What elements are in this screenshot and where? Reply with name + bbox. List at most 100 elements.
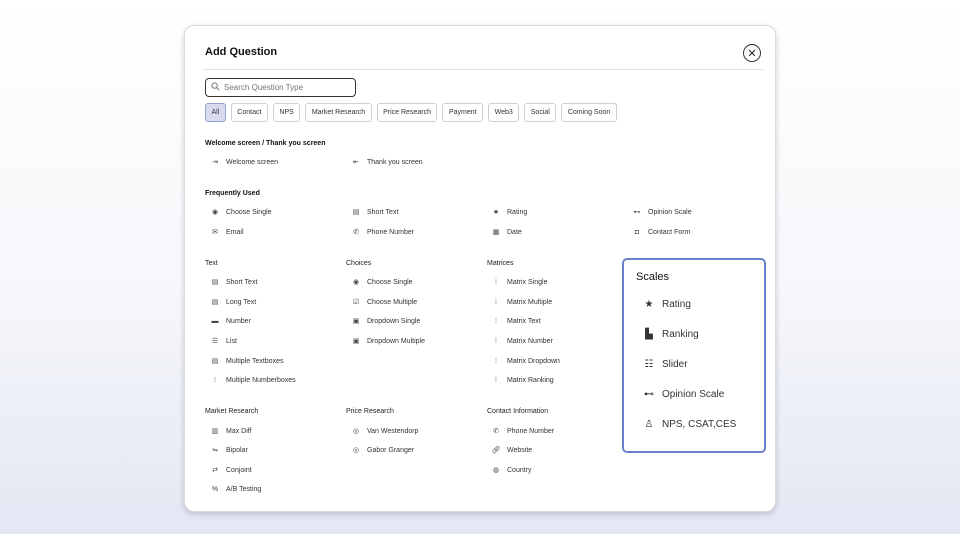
item-ab-testing[interactable]: % A/B Testing [209,484,261,494]
item-label: Rating [662,299,691,310]
item-long-text[interactable]: ▤ Long Text [209,297,257,307]
item-phone-number[interactable]: ✆ Phone Number [350,227,414,237]
item-choose-multiple[interactable]: ☑ Choose Multiple [350,297,417,307]
item-label: Max Diff [226,427,252,435]
list-icon: ☰ [211,338,219,345]
section-title-contact-information: Contact Information [487,408,549,415]
tab-social[interactable]: Social [524,103,557,122]
item-gabor-granger[interactable]: ◎ Gabor Granger [350,445,414,455]
item-matrix-ranking[interactable]: ⁞ Matrix Ranking [490,375,554,385]
item-list[interactable]: ☰ List [209,336,237,346]
item-max-diff[interactable]: ▥ Max Diff [209,426,252,436]
item-label: Ranking [662,329,699,340]
tab-payment[interactable]: Payment [442,103,484,122]
radio-icon: ◉ [211,209,219,216]
item-scale-opinion-scale[interactable]: ⊷ Opinion Scale [642,389,724,400]
item-label: Date [507,228,522,236]
item-van-westendorp[interactable]: ◎ Van Westendorp [350,426,419,436]
item-matrix-text[interactable]: ⁞ Matrix Text [490,316,541,326]
item-label: Phone Number [507,427,555,435]
item-choose-single-2[interactable]: ◉ Choose Single [350,277,413,287]
item-choose-single[interactable]: ◉ Choose Single [209,207,272,217]
price-icon: ◎ [352,428,360,435]
item-label: Short Text [367,208,399,216]
item-matrix-multiple[interactable]: ⁞ Matrix Multiple [490,297,552,307]
item-label: Matrix Text [507,317,541,325]
grid-icon: ⁞ [495,298,497,306]
envelope-icon: ✉ [212,229,218,236]
number-icon: ▬ [211,317,219,325]
item-date[interactable]: ▦ Date [490,227,522,237]
item-label: Country [507,466,532,474]
item-bipolar[interactable]: ⇋ Bipolar [209,445,248,455]
item-welcome-screen[interactable]: ⇥ Welcome screen [209,157,278,167]
star-icon: ★ [492,209,500,216]
item-phone-number-2[interactable]: ✆ Phone Number [490,426,554,436]
tab-nps[interactable]: NPS [272,103,301,122]
globe-icon: ◍ [492,467,500,474]
item-label: Conjoint [226,466,252,474]
item-label: Rating [507,208,528,216]
item-rating[interactable]: ★ Rating [490,207,527,217]
tab-price-research[interactable]: Price Research [376,103,438,122]
item-scale-rating[interactable]: ★ Rating [642,299,691,310]
link-icon: 🔗︎ [491,447,501,454]
item-website[interactable]: 🔗︎ Website [490,445,533,455]
item-label: Thank you screen [367,158,423,166]
item-conjoint[interactable]: ⇄ Conjoint [209,465,252,475]
close-button[interactable]: ✕ [743,44,761,62]
add-question-dialog: Add Question ✕ All Contact NPS Market Re… [184,25,776,512]
item-dropdown-multiple[interactable]: ▣ Dropdown Multiple [350,336,425,346]
tab-contact[interactable]: Contact [230,103,268,122]
item-label: Matrix Multiple [507,298,553,306]
bar-chart-icon: ▥ [211,428,219,435]
section-title-scales: Scales [636,271,670,283]
item-label: Bipolar [226,446,248,454]
category-filter-tabs: All Contact NPS Market Research Price Re… [205,103,617,122]
phone-icon: ✆ [353,229,359,236]
tab-coming-soon[interactable]: Coming Soon [561,103,617,122]
item-opinion-scale[interactable]: ⊷ Opinion Scale [631,207,692,217]
item-scale-slider[interactable]: ☷ Slider [642,359,688,370]
item-scale-nps[interactable]: ♙ NPS, CSAT,CES [642,419,737,430]
grid-icon: ⁞ [495,278,497,286]
item-thank-you-screen[interactable]: ⇤ Thank you screen [350,157,423,167]
item-multiple-textboxes[interactable]: ▤ Multiple Textboxes [209,356,284,366]
item-multiple-numberboxes[interactable]: ⁝ Multiple Numberboxes [209,375,296,385]
item-number[interactable]: ▬ Number [209,316,251,326]
ranking-icon: ▙ [645,329,653,340]
item-label: Slider [662,359,688,370]
item-label: Opinion Scale [662,389,725,400]
matrix-dropdown-icon: ⁞ [495,357,497,365]
bipolar-icon: ⇋ [212,447,218,454]
item-label: Opinion Scale [648,208,692,216]
item-label: Multiple Numberboxes [226,376,296,384]
item-matrix-single[interactable]: ⁞ Matrix Single [490,277,547,287]
item-country[interactable]: ◍ Country [490,465,532,475]
exit-icon: ⇤ [353,159,359,166]
phone-icon: ✆ [493,428,499,435]
item-short-text-2[interactable]: ▤ Short Text [209,277,258,287]
tab-market-research[interactable]: Market Research [305,103,372,122]
section-title-welcome: Welcome screen / Thank you screen [205,140,326,147]
item-matrix-number[interactable]: ⁞ Matrix Number [490,336,553,346]
text-box-icon: ▤ [211,279,219,286]
item-label: Multiple Textboxes [226,357,284,365]
item-label: Matrix Number [507,337,553,345]
item-scale-ranking[interactable]: ▙ Ranking [642,329,699,340]
tab-all[interactable]: All [205,103,226,122]
item-label: Choose Single [367,278,413,286]
search-input[interactable] [224,83,344,92]
item-contact-form[interactable]: ◘ Contact Form [631,227,691,237]
item-dropdown-single[interactable]: ▣ Dropdown Single [350,316,421,326]
search-box[interactable] [205,78,356,97]
close-icon: ✕ [747,47,757,60]
scales-panel: Scales ★ Rating ▙ Ranking ☷ Slider ⊷ Opinion… [622,258,766,453]
item-matrix-dropdown[interactable]: ⁞ Matrix Dropdown [490,356,560,366]
item-label: Contact Form [648,228,691,236]
item-short-text[interactable]: ▤ Short Text [350,207,399,217]
tab-web3[interactable]: Web3 [488,103,520,122]
item-email[interactable]: ✉ Email [209,227,243,237]
section-title-matrices: Matrices [487,260,514,267]
matrix-number-icon: ⁞ [495,337,497,345]
